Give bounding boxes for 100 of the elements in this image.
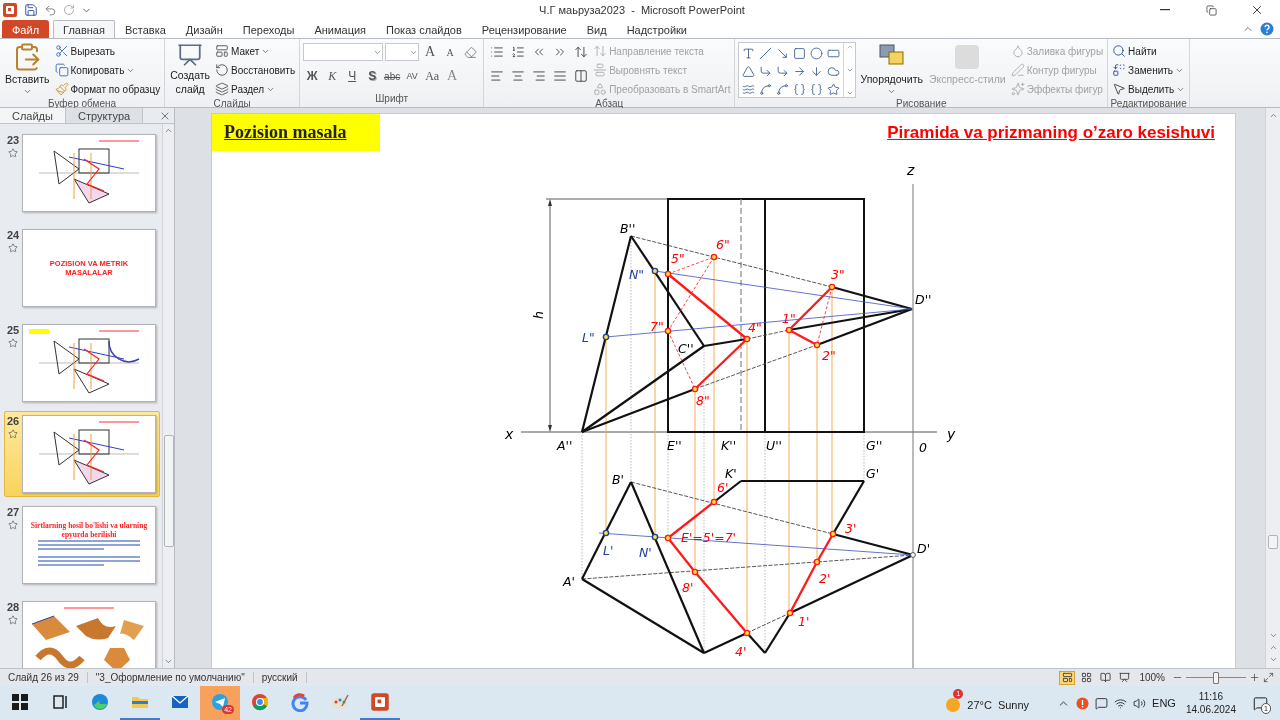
point-label: 2" (822, 348, 836, 363)
replace-icon (1112, 63, 1127, 77)
new-slide-button[interactable]: Создать слайд (168, 42, 213, 98)
ribbon-tab[interactable]: Дизайн (175, 20, 233, 38)
zoom-level[interactable]: 100% (1135, 672, 1169, 683)
chat-icon[interactable] (1095, 696, 1109, 710)
text-direction-icon (593, 44, 608, 58)
point-label: 6' (717, 480, 729, 495)
warning-icon[interactable] (1076, 696, 1090, 710)
network-icon[interactable] (1114, 696, 1128, 710)
triangle-icon (742, 64, 756, 78)
replace-button[interactable]: Заменить (1111, 61, 1187, 79)
browser-icon (250, 692, 270, 712)
selected-slide-frame[interactable]: 26 (4, 411, 160, 497)
underline-button[interactable]: Ч (343, 66, 362, 86)
zoom-slider[interactable] (1186, 670, 1246, 685)
speaker-icon[interactable] (1133, 696, 1147, 710)
redo-icon[interactable] (63, 4, 75, 16)
format-painter-button[interactable]: Формат по образцу (53, 80, 162, 98)
down-arrow-icon (810, 64, 824, 78)
slide-thumbnail[interactable] (22, 324, 156, 402)
ribbon-tab[interactable]: Анимация (304, 20, 377, 38)
slide-number: 27 (6, 506, 20, 518)
file-tab[interactable]: Файл (2, 20, 50, 38)
paint-bucket-icon (1010, 44, 1025, 58)
ribbon-tab[interactable]: Главная (53, 20, 115, 38)
help-icon[interactable] (1260, 22, 1274, 36)
italic-button[interactable]: К (323, 66, 342, 86)
ribbon-tab[interactable]: Надстройки (616, 20, 697, 38)
shrink-font-button[interactable]: A (441, 42, 460, 62)
reset-button[interactable]: Восстановить (214, 61, 297, 79)
scroll-thumb[interactable] (1268, 535, 1278, 549)
point-label: 3" (831, 267, 845, 282)
scrollbar[interactable] (162, 124, 174, 668)
slide-title: Piramida va prizmaning o’zaro kesishuvi (887, 122, 1216, 144)
point-label: C'' (678, 341, 694, 356)
strikethrough-button[interactable]: abc (383, 66, 402, 86)
find-button[interactable]: Найти (1111, 42, 1187, 60)
slide-heading: Pozision masala (212, 114, 380, 151)
font-name-field[interactable] (303, 43, 384, 61)
scroll-thumb[interactable] (163, 435, 174, 547)
scrollbar[interactable] (1265, 108, 1280, 668)
arrow-icon (776, 46, 790, 60)
list-icon (489, 45, 504, 59)
line-spacing-icon (573, 45, 588, 59)
browser-icon (90, 692, 110, 712)
curve-icon (776, 82, 790, 96)
point-label: 8' (682, 580, 694, 595)
ribbon-tab[interactable]: Показ слайдов (376, 20, 472, 38)
view-button[interactable] (1059, 670, 1076, 685)
bold-button[interactable]: Ж (303, 66, 322, 86)
arrange-button[interactable]: Упорядочить (858, 42, 925, 98)
point-label: K' (725, 466, 737, 481)
copy-icon (54, 63, 69, 77)
clock[interactable]: 11:16 14.06.2024 (1181, 690, 1240, 716)
text-box-icon (742, 46, 756, 60)
cut-button[interactable]: Вырезать (53, 42, 162, 60)
squiggle-icon (742, 82, 756, 96)
section-button[interactable]: Раздел (214, 80, 297, 98)
shadow-button[interactable]: S (363, 66, 382, 86)
save-icon[interactable] (24, 3, 38, 17)
ribbon-tab[interactable]: Переходы (232, 20, 305, 38)
point-label: N" (629, 267, 645, 282)
align-center-icon (510, 69, 525, 83)
align-text-icon (593, 63, 608, 77)
paste-button[interactable]: Вставить (3, 42, 52, 98)
language-indicator[interactable]: русский (253, 672, 307, 683)
group-label: Рисование (895, 98, 948, 109)
point-label: 5" (671, 251, 685, 266)
slide-thumbnail[interactable] (22, 134, 156, 212)
fit-to-window-icon[interactable] (1263, 672, 1274, 683)
close-icon (1250, 3, 1264, 17)
point-label: G' (866, 466, 880, 481)
ribbon-tab[interactable]: Рецензирование (471, 20, 577, 38)
shapes-gallery[interactable] (738, 42, 857, 98)
view-button[interactable] (1097, 670, 1114, 685)
presentation-app-icon (370, 692, 390, 712)
ribbon-tab[interactable]: Вставка (114, 20, 176, 38)
star-icon (8, 243, 18, 253)
zoom-in-icon[interactable] (1249, 672, 1260, 683)
layout-button[interactable]: Макет (214, 42, 297, 60)
grow-font-button[interactable]: A (421, 42, 440, 62)
ribbon-tab[interactable]: Вид (576, 20, 617, 38)
spacing-button[interactable]: AV (403, 66, 422, 86)
scroll-up-icon (845, 43, 854, 51)
change-case-button[interactable]: Aa (423, 66, 442, 86)
undo-icon[interactable] (44, 3, 57, 17)
view-button[interactable] (1116, 670, 1133, 685)
arrow-connector-icon (776, 64, 790, 78)
point-label: A'' (557, 438, 573, 453)
panel-tab[interactable]: Слайды (0, 108, 66, 123)
cursor-icon (1112, 82, 1127, 96)
input-language[interactable]: ENG (1152, 697, 1176, 709)
point-label: 4" (748, 320, 762, 335)
point-label: D' (917, 541, 931, 556)
slide-thumbnail[interactable] (22, 415, 156, 493)
select-button[interactable]: Выделить (1111, 80, 1187, 98)
panel-tab[interactable]: Структура (65, 108, 144, 123)
copy-button[interactable]: Копировать (53, 61, 162, 79)
font-size-field[interactable] (385, 43, 420, 61)
